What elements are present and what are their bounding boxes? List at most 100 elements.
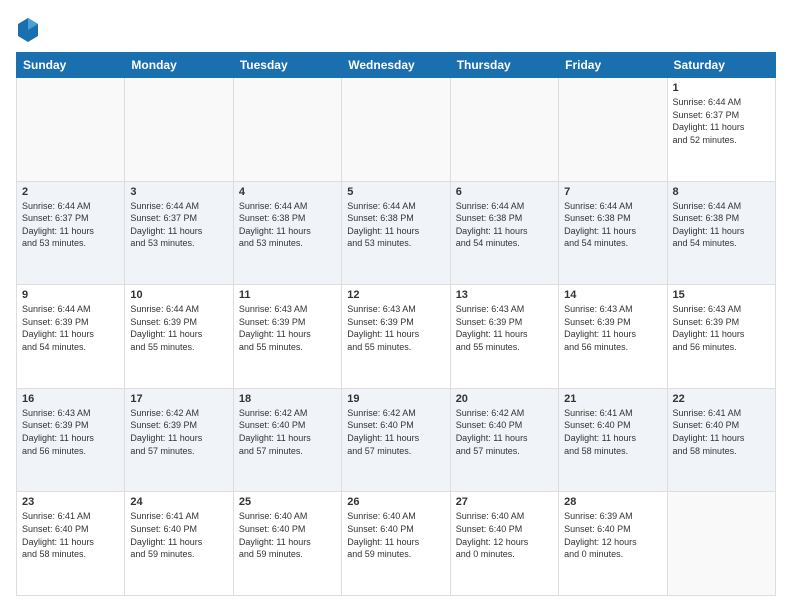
day-info: Sunrise: 6:44 AM Sunset: 6:37 PM Dayligh… — [673, 96, 770, 146]
week-row-4: 16Sunrise: 6:43 AM Sunset: 6:39 PM Dayli… — [17, 388, 776, 492]
page: SundayMondayTuesdayWednesdayThursdayFrid… — [0, 0, 792, 612]
day-number: 13 — [456, 289, 553, 301]
day-cell-11: 11 Sunrise: 6:43 AM Sunset: 6:39 PM Dayli… — [233, 285, 341, 389]
day-cell-28: 28 Sunrise: 6:39 AM Sunset: 6:40 PM Dayli… — [559, 492, 667, 596]
day-info: Sunrise: 6:42 AM Sunset: 6:40 PM Dayligh… — [456, 407, 553, 457]
day-number: 10 — [130, 289, 227, 301]
day-cell-17: 17 Sunrise: 6:42 AM Sunset: 6:39 PM Dayli… — [125, 388, 233, 492]
day-number: 6 — [456, 186, 553, 198]
weekday-monday: Monday — [125, 53, 233, 78]
day-info: Sunrise: 6:41 AM Sunset: 6:40 PM Dayligh… — [673, 407, 770, 457]
weekday-saturday: Saturday — [667, 53, 775, 78]
day-number: 14 — [564, 289, 661, 301]
day-info: Sunrise: 6:43 AM Sunset: 6:39 PM Dayligh… — [22, 407, 119, 457]
day-cell-24: 24 Sunrise: 6:41 AM Sunset: 6:40 PM Dayli… — [125, 492, 233, 596]
day-info: Sunrise: 6:44 AM Sunset: 6:38 PM Dayligh… — [456, 200, 553, 250]
empty-cell — [559, 78, 667, 182]
day-number: 2 — [22, 186, 119, 198]
day-cell-27: 27 Sunrise: 6:40 AM Sunset: 6:40 PM Dayli… — [450, 492, 558, 596]
day-info: Sunrise: 6:43 AM Sunset: 6:39 PM Dayligh… — [673, 303, 770, 353]
weekday-wednesday: Wednesday — [342, 53, 450, 78]
day-cell-15: 15 Sunrise: 6:43 AM Sunset: 6:39 PM Dayli… — [667, 285, 775, 389]
calendar-table: SundayMondayTuesdayWednesdayThursdayFrid… — [16, 52, 776, 596]
day-cell-19: 19 Sunrise: 6:42 AM Sunset: 6:40 PM Dayli… — [342, 388, 450, 492]
day-cell-12: 12 Sunrise: 6:43 AM Sunset: 6:39 PM Dayli… — [342, 285, 450, 389]
day-number: 28 — [564, 496, 661, 508]
day-info: Sunrise: 6:43 AM Sunset: 6:39 PM Dayligh… — [564, 303, 661, 353]
day-number: 17 — [130, 393, 227, 405]
day-info: Sunrise: 6:44 AM Sunset: 6:37 PM Dayligh… — [130, 200, 227, 250]
day-cell-7: 7 Sunrise: 6:44 AM Sunset: 6:38 PM Daylig… — [559, 181, 667, 285]
week-row-2: 2 Sunrise: 6:44 AM Sunset: 6:37 PM Daylig… — [17, 181, 776, 285]
day-info: Sunrise: 6:44 AM Sunset: 6:38 PM Dayligh… — [239, 200, 336, 250]
day-number: 24 — [130, 496, 227, 508]
day-info: Sunrise: 6:44 AM Sunset: 6:38 PM Dayligh… — [673, 200, 770, 250]
day-info: Sunrise: 6:40 AM Sunset: 6:40 PM Dayligh… — [347, 510, 444, 560]
day-cell-8: 8 Sunrise: 6:44 AM Sunset: 6:38 PM Daylig… — [667, 181, 775, 285]
empty-cell — [125, 78, 233, 182]
day-number: 11 — [239, 289, 336, 301]
day-cell-1: 1 Sunrise: 6:44 AM Sunset: 6:37 PM Daylig… — [667, 78, 775, 182]
weekday-friday: Friday — [559, 53, 667, 78]
day-info: Sunrise: 6:39 AM Sunset: 6:40 PM Dayligh… — [564, 510, 661, 560]
day-info: Sunrise: 6:44 AM Sunset: 6:39 PM Dayligh… — [130, 303, 227, 353]
empty-cell — [342, 78, 450, 182]
week-row-3: 9 Sunrise: 6:44 AM Sunset: 6:39 PM Daylig… — [17, 285, 776, 389]
day-info: Sunrise: 6:40 AM Sunset: 6:40 PM Dayligh… — [239, 510, 336, 560]
day-info: Sunrise: 6:44 AM Sunset: 6:39 PM Dayligh… — [22, 303, 119, 353]
day-number: 7 — [564, 186, 661, 198]
day-number: 9 — [22, 289, 119, 301]
day-info: Sunrise: 6:41 AM Sunset: 6:40 PM Dayligh… — [130, 510, 227, 560]
day-info: Sunrise: 6:44 AM Sunset: 6:38 PM Dayligh… — [347, 200, 444, 250]
day-cell-20: 20 Sunrise: 6:42 AM Sunset: 6:40 PM Dayli… — [450, 388, 558, 492]
day-number: 20 — [456, 393, 553, 405]
day-number: 1 — [673, 82, 770, 94]
day-number: 25 — [239, 496, 336, 508]
day-number: 15 — [673, 289, 770, 301]
day-number: 26 — [347, 496, 444, 508]
day-info: Sunrise: 6:41 AM Sunset: 6:40 PM Dayligh… — [22, 510, 119, 560]
day-info: Sunrise: 6:42 AM Sunset: 6:40 PM Dayligh… — [347, 407, 444, 457]
day-cell-23: 23 Sunrise: 6:41 AM Sunset: 6:40 PM Dayli… — [17, 492, 125, 596]
day-cell-16: 16Sunrise: 6:43 AM Sunset: 6:39 PM Dayli… — [17, 388, 125, 492]
weekday-thursday: Thursday — [450, 53, 558, 78]
day-number: 3 — [130, 186, 227, 198]
day-info: Sunrise: 6:43 AM Sunset: 6:39 PM Dayligh… — [456, 303, 553, 353]
day-number: 5 — [347, 186, 444, 198]
day-number: 23 — [22, 496, 119, 508]
day-cell-21: 21Sunrise: 6:41 AM Sunset: 6:40 PM Dayli… — [559, 388, 667, 492]
day-number: 8 — [673, 186, 770, 198]
day-cell-6: 6 Sunrise: 6:44 AM Sunset: 6:38 PM Daylig… — [450, 181, 558, 285]
day-info: Sunrise: 6:40 AM Sunset: 6:40 PM Dayligh… — [456, 510, 553, 560]
header — [16, 16, 776, 44]
day-number: 12 — [347, 289, 444, 301]
day-number: 21 — [564, 393, 661, 405]
day-cell-4: 4 Sunrise: 6:44 AM Sunset: 6:38 PM Daylig… — [233, 181, 341, 285]
day-info: Sunrise: 6:43 AM Sunset: 6:39 PM Dayligh… — [239, 303, 336, 353]
empty-cell — [667, 492, 775, 596]
weekday-header-row: SundayMondayTuesdayWednesdayThursdayFrid… — [17, 53, 776, 78]
logo-icon — [16, 16, 40, 44]
day-cell-26: 26 Sunrise: 6:40 AM Sunset: 6:40 PM Dayli… — [342, 492, 450, 596]
empty-cell — [17, 78, 125, 182]
day-number: 27 — [456, 496, 553, 508]
empty-cell — [233, 78, 341, 182]
empty-cell — [450, 78, 558, 182]
day-info: Sunrise: 6:42 AM Sunset: 6:40 PM Dayligh… — [239, 407, 336, 457]
day-cell-2: 2 Sunrise: 6:44 AM Sunset: 6:37 PM Daylig… — [17, 181, 125, 285]
day-cell-18: 18Sunrise: 6:42 AM Sunset: 6:40 PM Dayli… — [233, 388, 341, 492]
day-cell-10: 10 Sunrise: 6:44 AM Sunset: 6:39 PM Dayli… — [125, 285, 233, 389]
day-info: Sunrise: 6:43 AM Sunset: 6:39 PM Dayligh… — [347, 303, 444, 353]
day-cell-13: 13 Sunrise: 6:43 AM Sunset: 6:39 PM Dayli… — [450, 285, 558, 389]
day-number: 19 — [347, 393, 444, 405]
logo — [16, 16, 44, 44]
day-cell-14: 14 Sunrise: 6:43 AM Sunset: 6:39 PM Dayli… — [559, 285, 667, 389]
weekday-sunday: Sunday — [17, 53, 125, 78]
day-number: 4 — [239, 186, 336, 198]
week-row-1: 1 Sunrise: 6:44 AM Sunset: 6:37 PM Daylig… — [17, 78, 776, 182]
day-info: Sunrise: 6:42 AM Sunset: 6:39 PM Dayligh… — [130, 407, 227, 457]
week-row-5: 23 Sunrise: 6:41 AM Sunset: 6:40 PM Dayli… — [17, 492, 776, 596]
day-info: Sunrise: 6:44 AM Sunset: 6:37 PM Dayligh… — [22, 200, 119, 250]
day-cell-25: 25 Sunrise: 6:40 AM Sunset: 6:40 PM Dayli… — [233, 492, 341, 596]
day-info: Sunrise: 6:44 AM Sunset: 6:38 PM Dayligh… — [564, 200, 661, 250]
